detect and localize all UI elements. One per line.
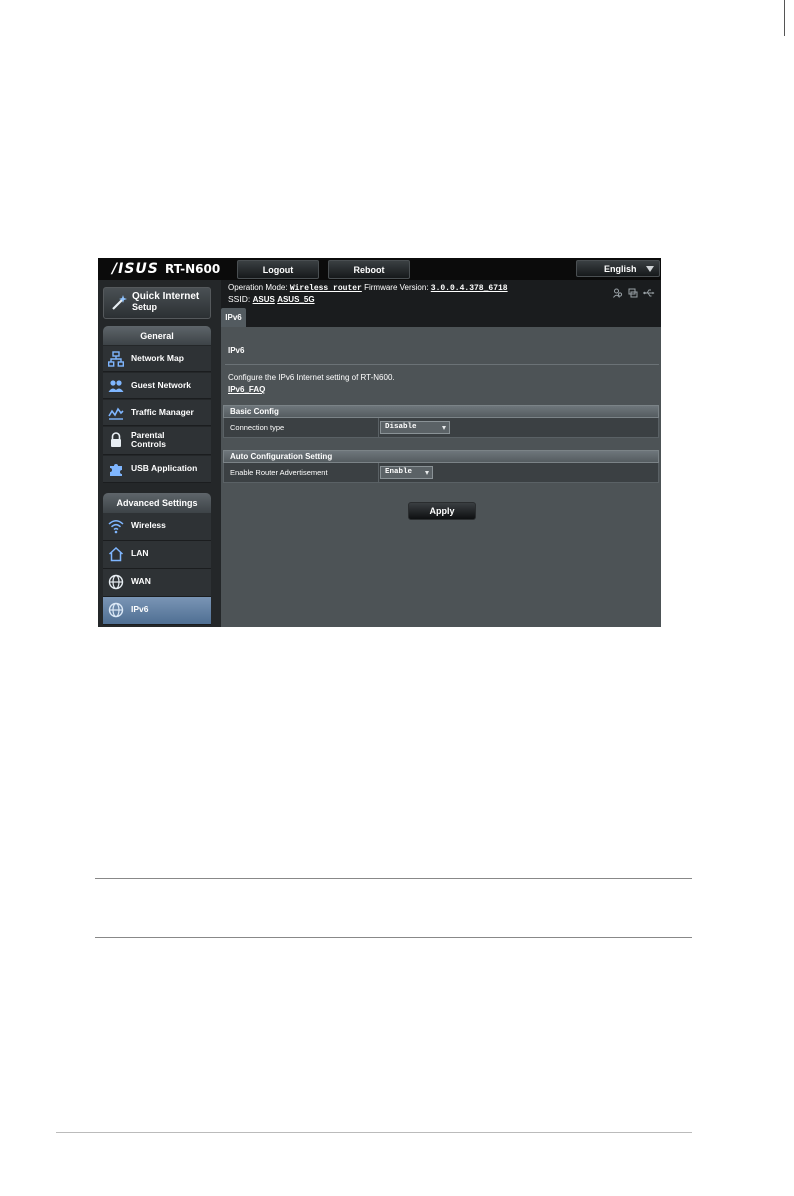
router-advertisement-select[interactable]: Enable (380, 466, 433, 479)
chevron-down-icon (442, 426, 446, 430)
quick-setup-label: Quick Internet (132, 291, 200, 302)
auto-config-header: Auto Configuration Setting (223, 450, 659, 463)
lock-icon (111, 432, 121, 447)
puzzle-icon (110, 464, 122, 476)
page-edge-rule (784, 0, 785, 36)
globe-icon (108, 574, 124, 590)
sidebar: Quick Internet Setup General Network Map… (98, 280, 221, 627)
sidebar-item-label: IPv6 (131, 604, 149, 614)
logout-button[interactable]: Logout (237, 260, 319, 279)
ipv6-settings-panel: IPv6 Configure the IPv6 Internet setting… (221, 327, 661, 627)
router-admin-screenshot: /ISUS RT-N600 Logout Reboot English Quic… (98, 258, 661, 627)
page-description: Configure the IPv6 Internet setting of R… (228, 373, 395, 382)
brand-logo: /ISUS (112, 261, 159, 277)
note-divider-bottom (95, 937, 692, 938)
wifi-icon (108, 520, 124, 534)
sidebar-item-label: Wireless (131, 520, 166, 530)
sidebar-item-label-2: Controls (131, 439, 166, 449)
connection-type-value: Disable (385, 423, 417, 431)
network-map-icon (108, 351, 124, 367)
router-advertisement-value: Enable (385, 468, 413, 476)
traffic-manager-icon (108, 407, 124, 420)
connection-type-label: Connection type (224, 418, 379, 437)
section-general-title: General (103, 326, 211, 345)
ssid-label: SSID: (228, 294, 251, 304)
main-content: Operation Mode: Wireless router Firmware… (221, 280, 661, 627)
sidebar-item-label: USB Application (131, 463, 198, 473)
operation-mode-label: Operation Mode: (228, 283, 288, 292)
client-status-icon[interactable] (613, 288, 623, 298)
network-status-icon[interactable] (628, 288, 638, 298)
page-title: IPv6 (228, 346, 245, 355)
firmware-version-link[interactable]: 3.0.0.4.378_6718 (431, 284, 508, 293)
apply-button[interactable]: Apply (408, 502, 476, 520)
note-divider-top (95, 878, 692, 879)
router-advertisement-label: Enable Router Advertisement (224, 463, 379, 482)
router-advertisement-row: Enable Router Advertisement Enable (223, 463, 659, 483)
sidebar-item-traffic-manager[interactable]: Traffic Manager (103, 400, 211, 426)
sidebar-item-label: Guest Network (131, 380, 191, 390)
guest-network-icon (108, 380, 124, 392)
magic-wand-icon (112, 295, 127, 310)
tab-ipv6[interactable]: IPv6 (221, 308, 246, 327)
ssid-line: SSID: ASUS ASUS_5G (228, 294, 315, 304)
ssid-link-2[interactable]: ASUS_5G (277, 295, 314, 304)
reboot-button[interactable]: Reboot (328, 260, 410, 279)
ssid-link-1[interactable]: ASUS (253, 295, 275, 304)
basic-config-header: Basic Config (223, 405, 659, 418)
sidebar-item-label: Network Map (131, 353, 184, 363)
chevron-down-icon (425, 471, 429, 475)
title-divider (225, 364, 659, 365)
sidebar-item-label: LAN (131, 548, 149, 558)
sidebar-item-ipv6[interactable]: IPv6 (103, 597, 211, 625)
sidebar-item-wan[interactable]: WAN (103, 569, 211, 597)
quick-setup-label-2: Setup (132, 302, 158, 312)
language-value: English (604, 263, 637, 274)
sidebar-item-usb-application[interactable]: USB Application (103, 456, 211, 483)
language-select[interactable]: English (576, 260, 660, 277)
sidebar-item-label: Traffic Manager (131, 407, 194, 417)
connection-type-select[interactable]: Disable (380, 421, 450, 434)
operation-mode-line: Operation Mode: Wireless router Firmware… (228, 283, 508, 293)
quick-internet-setup-button[interactable]: Quick Internet Setup (103, 287, 211, 319)
firmware-label: Firmware Version: (364, 283, 429, 292)
sidebar-item-guest-network[interactable]: Guest Network (103, 373, 211, 399)
model-name: RT-N600 (165, 262, 221, 276)
footer-rule (56, 1132, 692, 1133)
chevron-down-icon (646, 266, 654, 272)
ipv6-faq-link[interactable]: IPv6_FAQ (228, 385, 265, 394)
section-advanced-title: Advanced Settings (103, 493, 211, 513)
sidebar-item-wireless[interactable]: Wireless (103, 513, 211, 541)
sidebar-item-parental-controls[interactable]: Parental Controls (103, 427, 211, 455)
top-bar: /ISUS RT-N600 Logout Reboot English (98, 258, 661, 280)
status-icons (613, 288, 655, 298)
usb-icon[interactable] (643, 288, 655, 298)
sidebar-item-label: WAN (131, 576, 151, 586)
sidebar-item-network-map[interactable]: Network Map (103, 346, 211, 372)
sidebar-item-lan[interactable]: LAN (103, 541, 211, 569)
home-icon (108, 546, 124, 562)
ipv6-globe-icon (108, 602, 124, 618)
connection-type-row: Connection type Disable (223, 418, 659, 438)
operation-mode-link[interactable]: Wireless router (290, 284, 362, 293)
